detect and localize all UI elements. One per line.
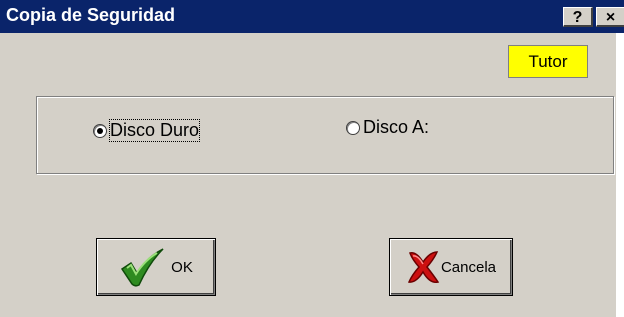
close-button[interactable]: × [596,7,624,27]
cancel-label: Cancela [440,258,497,276]
ok-button[interactable]: OK [96,238,216,296]
checkmark-icon [121,248,164,287]
window-title: Copia de Seguridad [6,5,176,25]
radio-label-disco-duro[interactable]: Disco Duro [108,119,201,142]
radio-label-disco-a[interactable]: Disco A: [363,117,429,138]
radio-disco-duro[interactable]: Disco Duro [93,119,201,142]
radio-indicator-checked[interactable] [93,123,107,138]
title-bar[interactable]: Copia de Seguridad ? × [0,0,624,33]
red-x-icon [407,251,440,284]
tutor-button[interactable]: Tutor [508,45,588,78]
cancel-button[interactable]: Cancela [389,238,513,296]
radio-indicator[interactable] [346,120,360,135]
backup-dialog: Copia de Seguridad ? × Tutor Disco Duro … [0,0,624,317]
ok-label: OK [171,258,193,276]
radio-disco-a[interactable]: Disco A: [346,117,429,138]
help-button[interactable]: ? [563,7,593,27]
